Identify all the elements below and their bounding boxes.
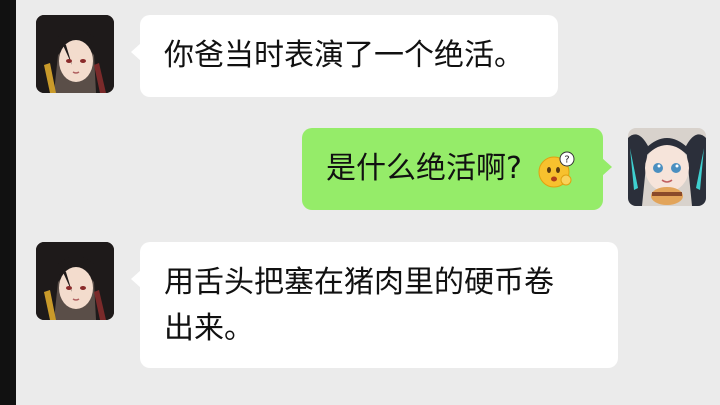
message-bubble[interactable]: 你爸当时表演了一个绝活。 — [131, 15, 558, 97]
anime-girl-teal-twintails-avatar-icon — [628, 128, 706, 206]
message-text-line: 用舌头把塞在猪肉里的硬币卷 — [164, 265, 554, 300]
thinking-face-with-question-mark-emoji-icon: ? — [536, 150, 576, 190]
avatar[interactable] — [36, 242, 114, 320]
anime-girl-dark-hair-avatar-icon — [36, 15, 114, 93]
message-text: 你爸当时表演了一个绝活。 — [164, 38, 524, 73]
avatar[interactable] — [36, 15, 114, 93]
message-text-line: 出来。 — [164, 311, 254, 346]
message-incoming: 用舌头把塞在猪肉里的硬币卷 出来。 — [16, 230, 720, 405]
avatar[interactable] — [628, 128, 706, 206]
chat-window: 你爸当时表演了一个绝活。 是什么绝活啊? ? 用舌头把塞在猪肉里的硬币卷 出来。 — [16, 0, 720, 405]
svg-text:?: ? — [564, 154, 569, 165]
message-bubble[interactable]: 是什么绝活啊? ? — [302, 128, 612, 210]
message-text: 是什么绝活啊? — [326, 151, 522, 186]
message-outgoing: 是什么绝活啊? ? — [16, 110, 720, 230]
anime-girl-dark-hair-avatar-icon — [36, 242, 114, 320]
message-bubble[interactable]: 用舌头把塞在猪肉里的硬币卷 出来。 — [131, 242, 618, 368]
message-incoming: 你爸当时表演了一个绝活。 — [16, 0, 720, 110]
